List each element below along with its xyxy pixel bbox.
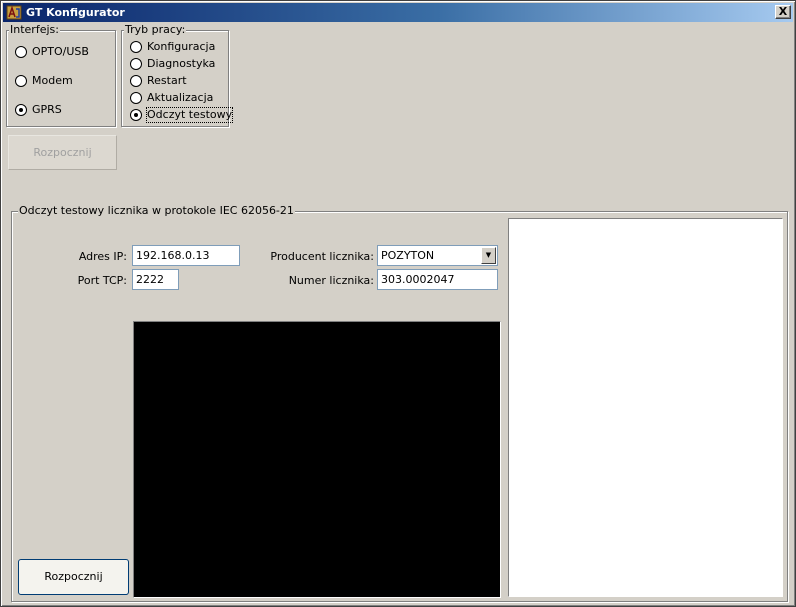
start-button[interactable]: Rozpocznij [18,559,129,595]
mode-group: Tryb pracy: Konfiguracja Diagnostyka Res… [121,23,234,127]
manufacturer-label: Producent licznika: [270,250,374,263]
port-field[interactable]: 2222 [132,269,179,290]
radio-label: Modem [32,74,73,87]
main-window: GT Konfigurator X Interfejs: OPTO/USB Mo… [0,0,796,607]
manufacturer-value: POZYTON [381,249,435,262]
test-read-group-legend: Odczyt testowy licznika w protokole IEC … [18,204,295,217]
radio-indicator[interactable] [130,75,142,87]
app-icon [6,5,22,20]
interface-group: Interfejs: OPTO/USB Modem GPRS [6,23,116,127]
radio-indicator[interactable] [15,46,27,58]
interface-group-legend: Interfejs: [9,23,60,36]
title-bar[interactable]: GT Konfigurator X [3,3,793,22]
ip-value: 192.168.0.13 [136,249,210,262]
close-icon: X [778,5,788,18]
radio-label: OPTO/USB [32,45,89,58]
console-output[interactable] [133,321,501,598]
radio-indicator[interactable] [130,58,142,70]
ip-label: Adres IP: [78,250,127,263]
meter-number-field[interactable]: 303.0002047 [377,269,498,290]
radio-label: Aktualizacja [147,91,214,104]
port-value: 2222 [136,273,164,286]
meter-number-label: Numer licznika: [288,274,374,287]
close-button[interactable]: X [775,5,791,19]
radio-indicator[interactable] [15,104,27,116]
start-button-label: Rozpocznij [44,570,103,583]
start-button-disabled[interactable]: Rozpocznij [8,135,117,170]
manufacturer-select[interactable]: POZYTON ▼ [377,245,498,266]
result-panel[interactable] [508,218,783,597]
radio-label: Odczyt testowy [145,107,234,123]
radio-label: Diagnostyka [147,57,216,70]
radio-indicator[interactable] [130,41,142,53]
port-label: Port TCP: [77,274,127,287]
start-button-label: Rozpocznij [33,146,92,159]
radio-label: GPRS [32,103,62,116]
test-read-group: Odczyt testowy licznika w protokole IEC … [11,204,788,602]
mode-group-legend: Tryb pracy: [124,23,187,36]
chevron-down-icon: ▼ [485,251,492,259]
radio-label: Konfiguracja [147,40,216,53]
ip-field[interactable]: 192.168.0.13 [132,245,240,266]
dropdown-button[interactable]: ▼ [481,247,496,264]
radio-label: Restart [147,74,187,87]
meter-number-value: 303.0002047 [381,273,455,286]
window-title: GT Konfigurator [26,6,125,19]
radio-indicator[interactable] [15,75,27,87]
radio-indicator[interactable] [130,109,142,121]
radio-indicator[interactable] [130,92,142,104]
